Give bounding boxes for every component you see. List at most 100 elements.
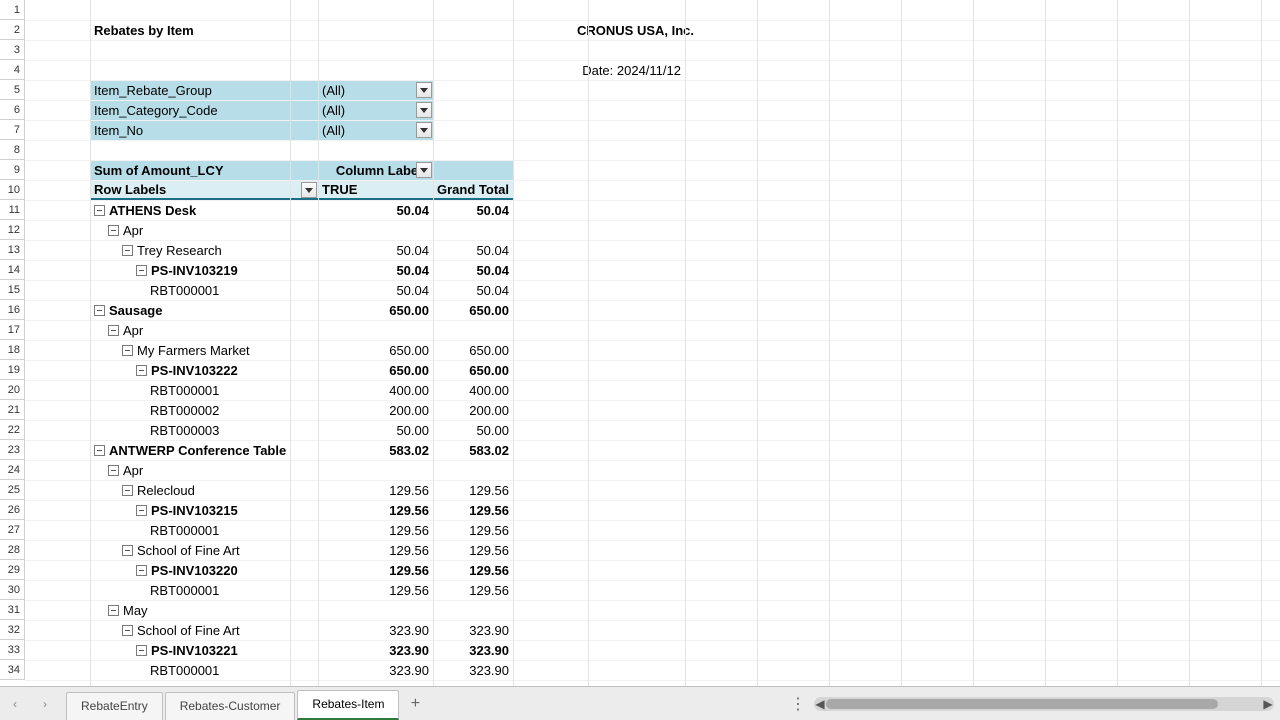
sheet-tab[interactable]: Rebates-Customer [165, 692, 296, 720]
pivot-row[interactable]: Apr [90, 460, 318, 480]
sheet-tab[interactable]: RebateEntry [66, 692, 163, 720]
row-header[interactable]: 29 [0, 560, 25, 580]
pivot-row[interactable]: ATHENS Desk [90, 200, 318, 220]
collapse-icon[interactable] [94, 205, 105, 216]
row-header[interactable]: 9 [0, 160, 25, 180]
row-header[interactable]: 8 [0, 140, 25, 160]
pivot-row[interactable]: RBT000001 [90, 580, 318, 600]
value-grand-total: 650.00 [433, 340, 513, 360]
pivot-row[interactable]: Trey Research [90, 240, 318, 260]
row-header[interactable]: 4 [0, 60, 25, 80]
row-header[interactable]: 12 [0, 220, 25, 240]
pivot-row[interactable]: Relecloud [90, 480, 318, 500]
row-header[interactable]: 21 [0, 400, 25, 420]
pivot-row[interactable]: PS-INV103222 [90, 360, 318, 380]
row-header[interactable]: 18 [0, 340, 25, 360]
row-header[interactable]: 30 [0, 580, 25, 600]
filter-dropdown[interactable] [416, 122, 432, 138]
value-true: 50.04 [318, 200, 433, 220]
pivot-row[interactable]: PS-INV103219 [90, 260, 318, 280]
collapse-icon[interactable] [136, 645, 147, 656]
pivot-row[interactable]: May [90, 600, 318, 620]
pivot-row[interactable]: RBT000001 [90, 280, 318, 300]
row-header[interactable]: 32 [0, 620, 25, 640]
row-header[interactable]: 33 [0, 640, 25, 660]
row-header[interactable]: 34 [0, 660, 25, 680]
row-header[interactable]: 6 [0, 100, 25, 120]
sheet-tabstrip: ‹ › RebateEntryRebates-CustomerRebates-I… [0, 686, 1280, 720]
row-header[interactable]: 14 [0, 260, 25, 280]
row-header[interactable]: 15 [0, 280, 25, 300]
pivot-row[interactable]: My Farmers Market [90, 340, 318, 360]
add-sheet-button[interactable]: + [401, 695, 429, 713]
row-header[interactable]: 2 [0, 20, 25, 40]
value-true: 129.56 [318, 500, 433, 520]
collapse-icon[interactable] [94, 305, 105, 316]
row-header[interactable]: 20 [0, 380, 25, 400]
collapse-icon[interactable] [136, 265, 147, 276]
row-header[interactable]: 7 [0, 120, 25, 140]
collapse-icon[interactable] [122, 245, 133, 256]
pivot-row[interactable]: Sausage [90, 300, 318, 320]
pivot-row[interactable]: School of Fine Art [90, 540, 318, 560]
pivot-row[interactable]: RBT000001 [90, 520, 318, 540]
row-header[interactable]: 1 [0, 0, 25, 20]
collapse-icon[interactable] [136, 505, 147, 516]
row-header[interactable]: 16 [0, 300, 25, 320]
row-header[interactable]: 19 [0, 360, 25, 380]
row-header[interactable]: 25 [0, 480, 25, 500]
row-header[interactable]: 22 [0, 420, 25, 440]
pivot-row[interactable]: PS-INV103221 [90, 640, 318, 660]
pivot-row[interactable]: RBT000003 [90, 420, 318, 440]
sheet-nav-next[interactable]: › [30, 697, 60, 711]
pivot-row[interactable]: Apr [90, 220, 318, 240]
row-header[interactable]: 23 [0, 440, 25, 460]
row-header[interactable]: 11 [0, 200, 25, 220]
collapse-icon[interactable] [136, 365, 147, 376]
collapse-icon[interactable] [136, 565, 147, 576]
pivot-row[interactable]: PS-INV103220 [90, 560, 318, 580]
report-title: Rebates by Item [90, 20, 290, 40]
sheet-tab[interactable]: Rebates-Item [297, 690, 399, 720]
pivot-row[interactable]: RBT000002 [90, 400, 318, 420]
pivot-row[interactable]: RBT000001 [90, 380, 318, 400]
spreadsheet-grid[interactable]: 1234567891011121314151617181920212223242… [0, 0, 1280, 686]
collapse-icon[interactable] [122, 485, 133, 496]
row-header[interactable]: 13 [0, 240, 25, 260]
value-true: 650.00 [318, 340, 433, 360]
collapse-icon[interactable] [108, 465, 119, 476]
collapse-icon[interactable] [94, 445, 105, 456]
report-date: Date: 2024/11/12 [513, 60, 685, 80]
filter-dropdown[interactable] [416, 102, 432, 118]
row-header[interactable]: 27 [0, 520, 25, 540]
collapse-icon[interactable] [122, 625, 133, 636]
pivot-row[interactable]: School of Fine Art [90, 620, 318, 640]
tab-options-icon[interactable]: ⋮ [790, 694, 806, 714]
row-header[interactable]: 10 [0, 180, 25, 200]
row-header[interactable]: 17 [0, 320, 25, 340]
collapse-icon[interactable] [108, 225, 119, 236]
row-label: PS-INV103220 [151, 563, 238, 578]
collapse-icon[interactable] [122, 545, 133, 556]
collapse-icon[interactable] [108, 605, 119, 616]
value-true: 323.90 [318, 620, 433, 640]
row-header[interactable]: 31 [0, 600, 25, 620]
sheet-nav-prev[interactable]: ‹ [0, 697, 30, 711]
value-grand-total: 129.56 [433, 540, 513, 560]
pivot-row[interactable]: ANTWERP Conference Table [90, 440, 318, 460]
filter-dropdown[interactable] [416, 82, 432, 98]
column-labels-dropdown[interactable] [416, 162, 432, 178]
value-grand-total: 400.00 [433, 380, 513, 400]
row-header[interactable]: 28 [0, 540, 25, 560]
row-header[interactable]: 24 [0, 460, 25, 480]
collapse-icon[interactable] [108, 325, 119, 336]
collapse-icon[interactable] [122, 345, 133, 356]
row-labels-dropdown[interactable] [301, 182, 317, 198]
horizontal-scrollbar[interactable]: ◀ ▶ [814, 697, 1274, 711]
row-header[interactable]: 26 [0, 500, 25, 520]
pivot-row[interactable]: PS-INV103215 [90, 500, 318, 520]
row-header[interactable]: 5 [0, 80, 25, 100]
pivot-row[interactable]: Apr [90, 320, 318, 340]
row-header[interactable]: 3 [0, 40, 25, 60]
pivot-row[interactable]: RBT000001 [90, 660, 318, 680]
